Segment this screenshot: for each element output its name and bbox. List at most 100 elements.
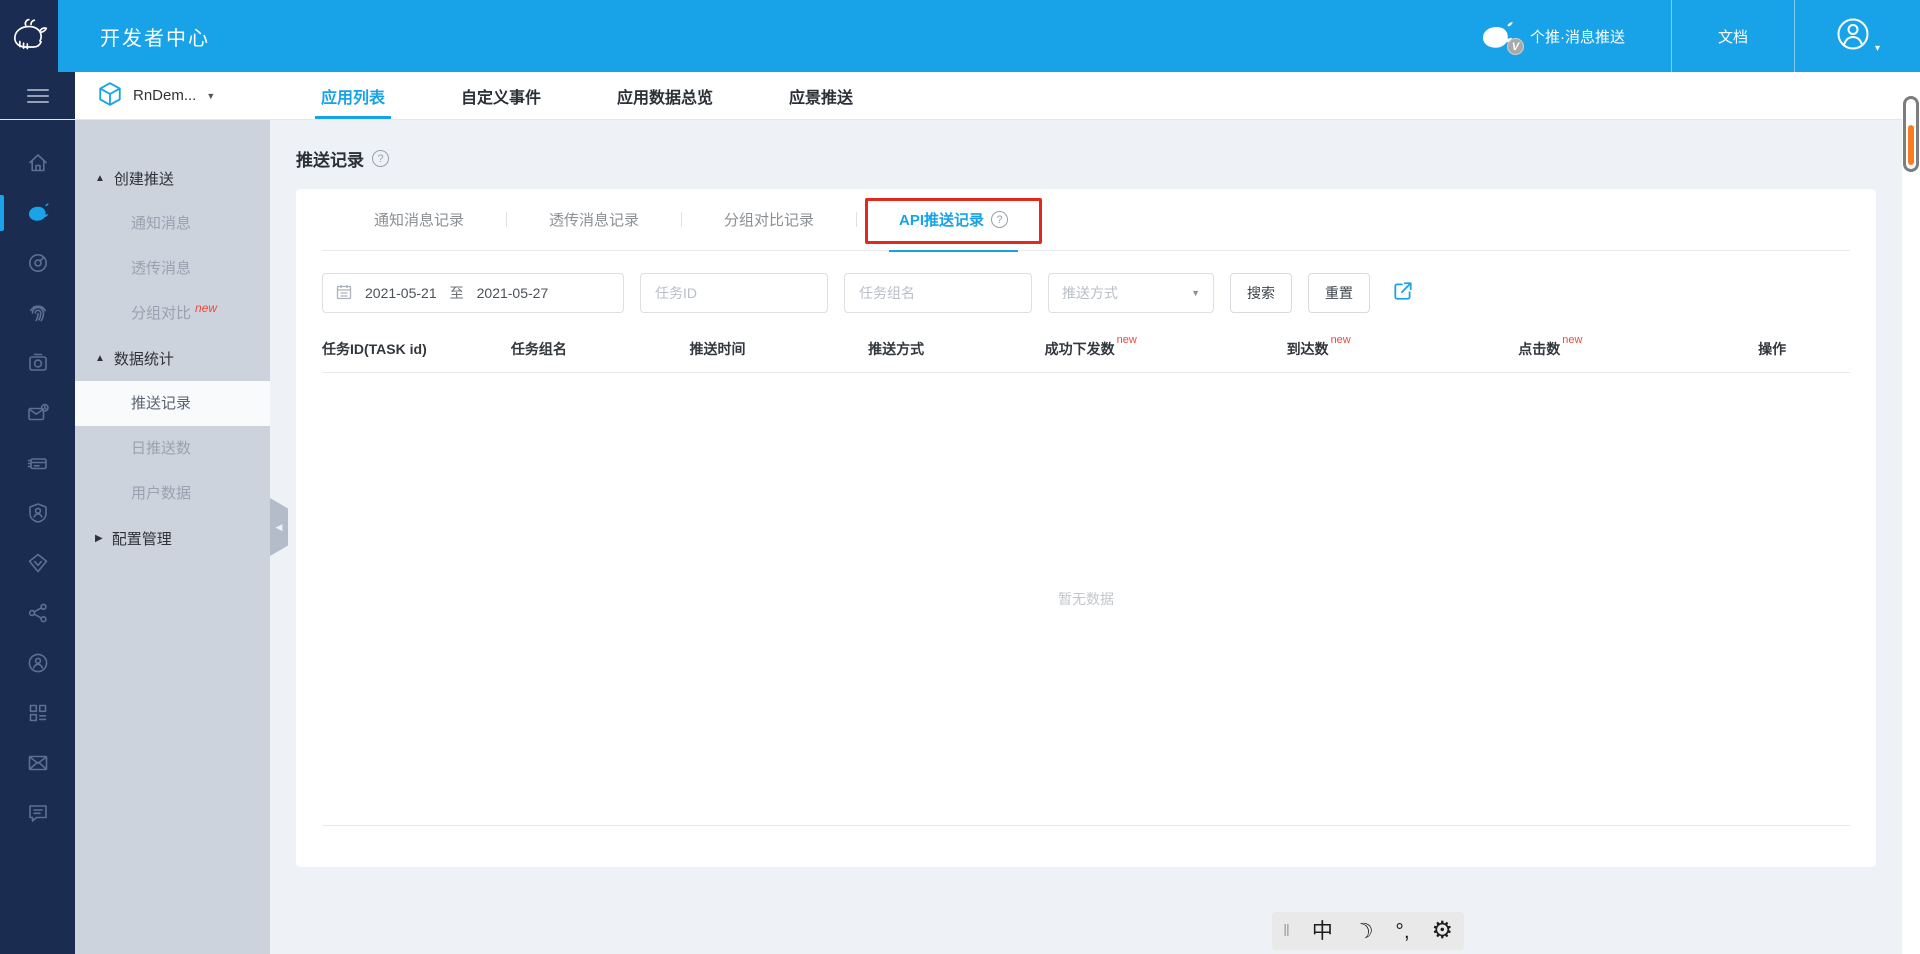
- menu-item-label: 通知消息: [131, 215, 192, 232]
- card-footer-divider: [322, 825, 1850, 849]
- section-arrow-icon: ▲: [95, 173, 105, 184]
- app-switcher[interactable]: RnDem... ▼: [97, 72, 269, 119]
- menu-item-group-compare[interactable]: 分组对比 new: [75, 291, 270, 336]
- topbar-right: V 个推·消息推送 文档 ▾: [1478, 0, 1920, 72]
- main-content: 推送记录 ? 通知消息记录 透传消息记录 分组对比记录 API推送记录 ? 20…: [270, 120, 1902, 954]
- col-actions: 操作: [1758, 339, 1850, 359]
- rail-vip-diamond-icon[interactable]: [0, 538, 75, 588]
- ime-language-mode-button[interactable]: 中: [1312, 921, 1333, 942]
- date-separator: 至: [449, 285, 464, 301]
- task-id-input[interactable]: [640, 273, 828, 313]
- menu-section-config-management[interactable]: ▶ 配置管理: [75, 516, 270, 561]
- page-app-title: 开发者中心: [100, 27, 210, 50]
- ime-moon-icon[interactable]: ☽: [1352, 917, 1377, 945]
- cube-icon: [97, 81, 123, 111]
- page-title-help-icon[interactable]: ?: [372, 150, 389, 167]
- scrollbar-thumb[interactable]: [1903, 96, 1919, 172]
- menu-item-notification-message[interactable]: 通知消息: [75, 201, 270, 246]
- menu-item-daily-push-count[interactable]: 日推送数: [75, 426, 270, 471]
- column-label: 成功下发数: [1044, 341, 1115, 357]
- rail-media-recorder-icon[interactable]: [0, 338, 75, 388]
- reset-button[interactable]: 重置: [1308, 273, 1370, 313]
- menu-item-label: 推送记录: [131, 395, 192, 412]
- scrollbar-track[interactable]: [1902, 72, 1920, 954]
- calendar-icon: [336, 284, 352, 303]
- new-badge: new: [1330, 334, 1351, 346]
- docs-link[interactable]: 文档: [1672, 0, 1794, 72]
- date-range-picker[interactable]: 2021-05-21 至 2021-05-27: [322, 273, 624, 313]
- menu-section-create-push[interactable]: ▲ 创建推送: [75, 156, 270, 201]
- collapse-icon: ◀: [275, 521, 283, 532]
- rail-mail-icon[interactable]: [0, 738, 75, 788]
- export-button[interactable]: [1390, 280, 1416, 306]
- rail-home-icon[interactable]: [0, 138, 75, 188]
- side-menu: ▲ 创建推送 通知消息 透传消息 分组对比 new ▲ 数据统计 推送记录 日推送…: [75, 120, 270, 954]
- menu-item-passthrough-message[interactable]: 透传消息: [75, 246, 270, 291]
- active-tab-underline: [315, 116, 392, 119]
- column-label: 推送方式: [868, 341, 925, 357]
- tab-notification-records[interactable]: 通知消息记录: [332, 189, 506, 251]
- tab-app-data-overview[interactable]: 应用数据总览: [579, 72, 751, 119]
- section-arrow-icon: ▲: [95, 353, 105, 364]
- rail-apps-grid-icon[interactable]: [0, 688, 75, 738]
- col-push-type: 推送方式: [868, 339, 1045, 359]
- column-label: 到达数: [1286, 341, 1329, 357]
- new-badge: new: [1116, 334, 1137, 346]
- push-records-card: 通知消息记录 透传消息记录 分组对比记录 API推送记录 ? 2021-05-2…: [296, 189, 1876, 867]
- screen: 开发者中心 V 个推·消息推送 文档 ▾ RnDem... ▼ 应用列表 自定义…: [0, 0, 1920, 954]
- col-task-group: 任务组名: [511, 339, 690, 359]
- rail-feedback-chat-icon[interactable]: [0, 788, 75, 838]
- col-task-id: 任务ID(TASK id): [322, 339, 511, 359]
- hamburger-icon-bar: [26, 94, 49, 97]
- tab-group-compare-records[interactable]: 分组对比记录: [682, 189, 856, 251]
- product-whale-icon: V: [1478, 19, 1524, 55]
- rail-billing-icon[interactable]: [0, 438, 75, 488]
- new-badge: new: [1562, 334, 1583, 346]
- record-tab-label: 分组对比记录: [724, 212, 815, 229]
- ime-punctuation-button[interactable]: °,: [1395, 921, 1409, 942]
- menu-item-push-records[interactable]: 推送记录: [75, 381, 270, 426]
- tab-api-push-records[interactable]: API推送记录 ?: [857, 189, 1050, 252]
- task-group-input[interactable]: [844, 273, 1032, 313]
- hamburger-icon: [26, 88, 49, 91]
- menu-item-label: 分组对比: [131, 305, 192, 322]
- rail-fingerprint-icon[interactable]: [0, 288, 75, 338]
- api-records-help-icon[interactable]: ?: [991, 211, 1009, 228]
- section-arrow-icon: ▶: [95, 533, 103, 544]
- tab-custom-events[interactable]: 自定义事件: [423, 72, 579, 119]
- account-menu[interactable]: ▾: [1795, 0, 1920, 72]
- account-caret-icon: ▾: [1874, 43, 1880, 54]
- ime-settings-gear-icon[interactable]: ⚙: [1432, 919, 1454, 943]
- rail-dashboard-gauge-icon[interactable]: [0, 238, 75, 288]
- rail-message-timer-icon[interactable]: [0, 388, 75, 438]
- record-tab-label: 通知消息记录: [374, 212, 465, 229]
- push-type-select[interactable]: 推送方式 ▼: [1048, 273, 1214, 313]
- menu-item-label: 日推送数: [131, 440, 192, 457]
- col-success-sent: 成功下发数 new: [1044, 334, 1287, 359]
- app-tabs: 应用列表 自定义事件 应用数据总览 应景推送: [283, 72, 891, 119]
- page-title-text: 推送记录: [296, 151, 364, 170]
- tab-label: 应用数据总览: [617, 89, 714, 107]
- search-button[interactable]: 搜索: [1230, 273, 1292, 313]
- tab-passthrough-records[interactable]: 透传消息记录: [507, 189, 681, 251]
- whale-logo-icon: [9, 14, 49, 59]
- rail-account-lock-icon[interactable]: [0, 638, 75, 688]
- tab-app-list[interactable]: 应用列表: [283, 72, 423, 119]
- column-label: 任务组名: [510, 341, 567, 357]
- menu-item-user-data[interactable]: 用户数据: [75, 471, 270, 516]
- date-start: 2021-05-21: [365, 285, 437, 301]
- rail-share-network-icon[interactable]: [0, 588, 75, 638]
- col-push-time: 推送时间: [689, 339, 868, 359]
- rail-user-shield-icon[interactable]: [0, 488, 75, 538]
- tab-label: 应景推送: [789, 89, 854, 107]
- tab-scenario-push[interactable]: 应景推送: [751, 72, 891, 119]
- ime-drag-handle[interactable]: ‖: [1283, 921, 1290, 941]
- sidebar-toggle-button[interactable]: [0, 72, 75, 119]
- record-tab-label: 透传消息记录: [549, 212, 640, 229]
- active-record-tab-underline: [889, 249, 1019, 252]
- menu-section-data-stats[interactable]: ▲ 数据统计: [75, 336, 270, 381]
- getui-logo[interactable]: [0, 0, 58, 72]
- product-switcher[interactable]: V 个推·消息推送: [1478, 0, 1671, 72]
- rail-push-whale-icon[interactable]: [0, 188, 75, 238]
- section-label: 创建推送: [113, 171, 174, 188]
